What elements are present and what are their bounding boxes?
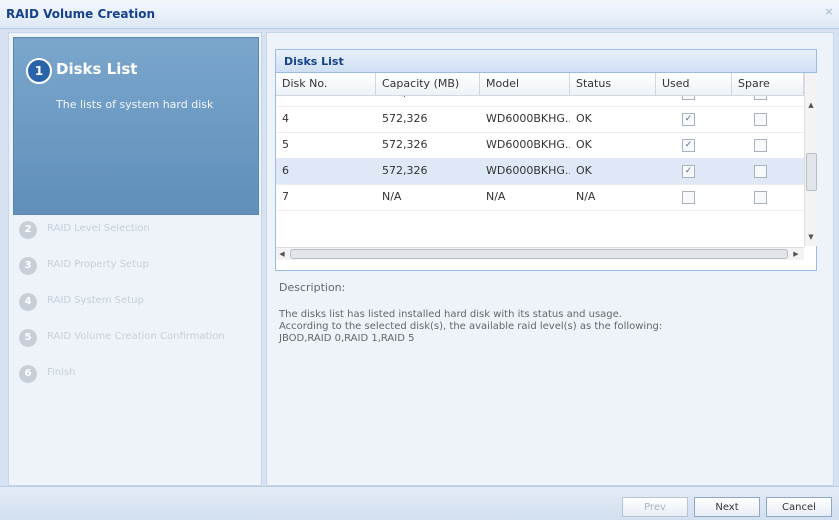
scroll-right-icon[interactable]: ▶: [790, 248, 802, 260]
step-number-badge: 6: [19, 365, 37, 383]
step-number-badge: 5: [19, 329, 37, 347]
title-bar: RAID Volume Creation ×: [0, 0, 839, 29]
table-row[interactable]: 4 572,326 WD6000BKHG... OK ✓: [276, 106, 804, 133]
column-header-used[interactable]: Used: [656, 73, 732, 95]
step-label: RAID Property Setup: [47, 259, 149, 270]
step-label: RAID Volume Creation Confirmation: [47, 331, 225, 342]
used-checkbox[interactable]: ✓: [682, 165, 695, 178]
cell-status: OK: [576, 112, 592, 125]
next-button[interactable]: Next: [694, 497, 760, 517]
description-line: The disks list has listed installed hard…: [279, 309, 622, 320]
step-number-badge: 3: [19, 257, 37, 275]
step-description: The lists of system hard disk: [56, 98, 214, 111]
grid-rows: 3 572,326 WD6000BKHG... OK ✓ 4 572,326 W…: [276, 96, 804, 246]
spare-checkbox[interactable]: [754, 96, 767, 100]
close-icon[interactable]: ×: [823, 6, 835, 18]
cell-disk-no: 5: [282, 138, 289, 151]
table-row[interactable]: 7 N/A N/A N/A: [276, 184, 804, 211]
step-number-badge: 4: [19, 293, 37, 311]
vertical-scrollbar[interactable]: ▲ ▼: [804, 73, 817, 246]
column-header-spare[interactable]: Spare: [732, 73, 804, 95]
scroll-left-icon[interactable]: ◀: [276, 248, 288, 260]
cell-status: OK: [570, 96, 656, 106]
scroll-down-icon[interactable]: ▼: [805, 233, 817, 243]
used-checkbox[interactable]: ✓: [682, 96, 695, 100]
description-line: According to the selected disk(s), the a…: [279, 321, 663, 332]
column-header-disk-no[interactable]: Disk No.: [276, 73, 376, 95]
spare-checkbox[interactable]: [754, 191, 767, 204]
step-label: RAID Level Selection: [47, 223, 150, 234]
table-row-selected[interactable]: 6 572,326 WD6000BKHG... OK ✓: [276, 158, 804, 185]
cell-capacity: 572,326: [382, 164, 428, 177]
cell-disk-no: 7: [282, 190, 289, 203]
table-row[interactable]: 5 572,326 WD6000BKHG... OK ✓: [276, 132, 804, 159]
grid-title-bar: Disks List: [276, 50, 816, 73]
description-title: Description:: [279, 281, 346, 294]
cell-model: WD6000BKHG...: [486, 138, 570, 151]
content-panel: Disks List Disk No. Capacity (MB) Model …: [266, 32, 834, 486]
grid-header: Disk No. Capacity (MB) Model Status Used…: [276, 73, 804, 96]
description-line: JBOD,RAID 0,RAID 1,RAID 5: [279, 333, 415, 344]
step-disks-list: 1 Disks List The lists of system hard di…: [13, 37, 259, 215]
step-number-badge: 1: [26, 58, 52, 84]
dialog-title: RAID Volume Creation: [6, 7, 156, 21]
wizard-steps-panel: 1 Disks List The lists of system hard di…: [8, 32, 262, 486]
step-number-badge: 2: [19, 221, 37, 239]
cell-model: N/A: [486, 190, 506, 203]
scroll-thumb[interactable]: [806, 153, 817, 191]
step-label: Disks List: [56, 60, 138, 78]
cell-model: WD6000BKHG...: [486, 112, 570, 125]
cell-status: N/A: [576, 190, 596, 203]
spare-checkbox[interactable]: [754, 165, 767, 178]
column-header-capacity[interactable]: Capacity (MB): [376, 73, 480, 95]
horizontal-scrollbar[interactable]: ◀ ▶: [276, 247, 804, 260]
grid-title: Disks List: [284, 55, 344, 68]
step-label: RAID System Setup: [47, 295, 144, 306]
cell-capacity: 572,326: [382, 112, 428, 125]
cell-disk-no: 6: [282, 164, 289, 177]
cell-disk-no: 3: [276, 96, 376, 106]
column-header-model[interactable]: Model: [480, 73, 570, 95]
scroll-up-icon[interactable]: ▲: [805, 101, 817, 111]
disks-grid: Disks List Disk No. Capacity (MB) Model …: [275, 49, 817, 271]
cell-capacity: 572,326: [382, 138, 428, 151]
cell-disk-no: 4: [282, 112, 289, 125]
cell-capacity: 572,326: [376, 96, 480, 106]
cell-model: WD6000BKHG...: [480, 96, 570, 106]
prev-button[interactable]: Prev: [622, 497, 688, 517]
spare-checkbox[interactable]: [754, 139, 767, 152]
dialog-footer: Prev Next Cancel: [0, 486, 839, 520]
step-label: Finish: [47, 367, 76, 378]
used-checkbox[interactable]: ✓: [682, 113, 695, 126]
used-checkbox[interactable]: ✓: [682, 139, 695, 152]
scroll-thumb[interactable]: [290, 249, 788, 259]
raid-volume-creation-dialog: RAID Volume Creation × 1 Disks List The …: [0, 0, 839, 520]
cell-status: OK: [576, 138, 592, 151]
cell-capacity: N/A: [382, 190, 402, 203]
cell-status: OK: [576, 164, 592, 177]
cancel-button[interactable]: Cancel: [766, 497, 832, 517]
description-text: The disks list has listed installed hard…: [279, 309, 819, 345]
spare-checkbox[interactable]: [754, 113, 767, 126]
column-header-status[interactable]: Status: [570, 73, 656, 95]
cell-model: WD6000BKHG...: [486, 164, 570, 177]
used-checkbox[interactable]: [682, 191, 695, 204]
